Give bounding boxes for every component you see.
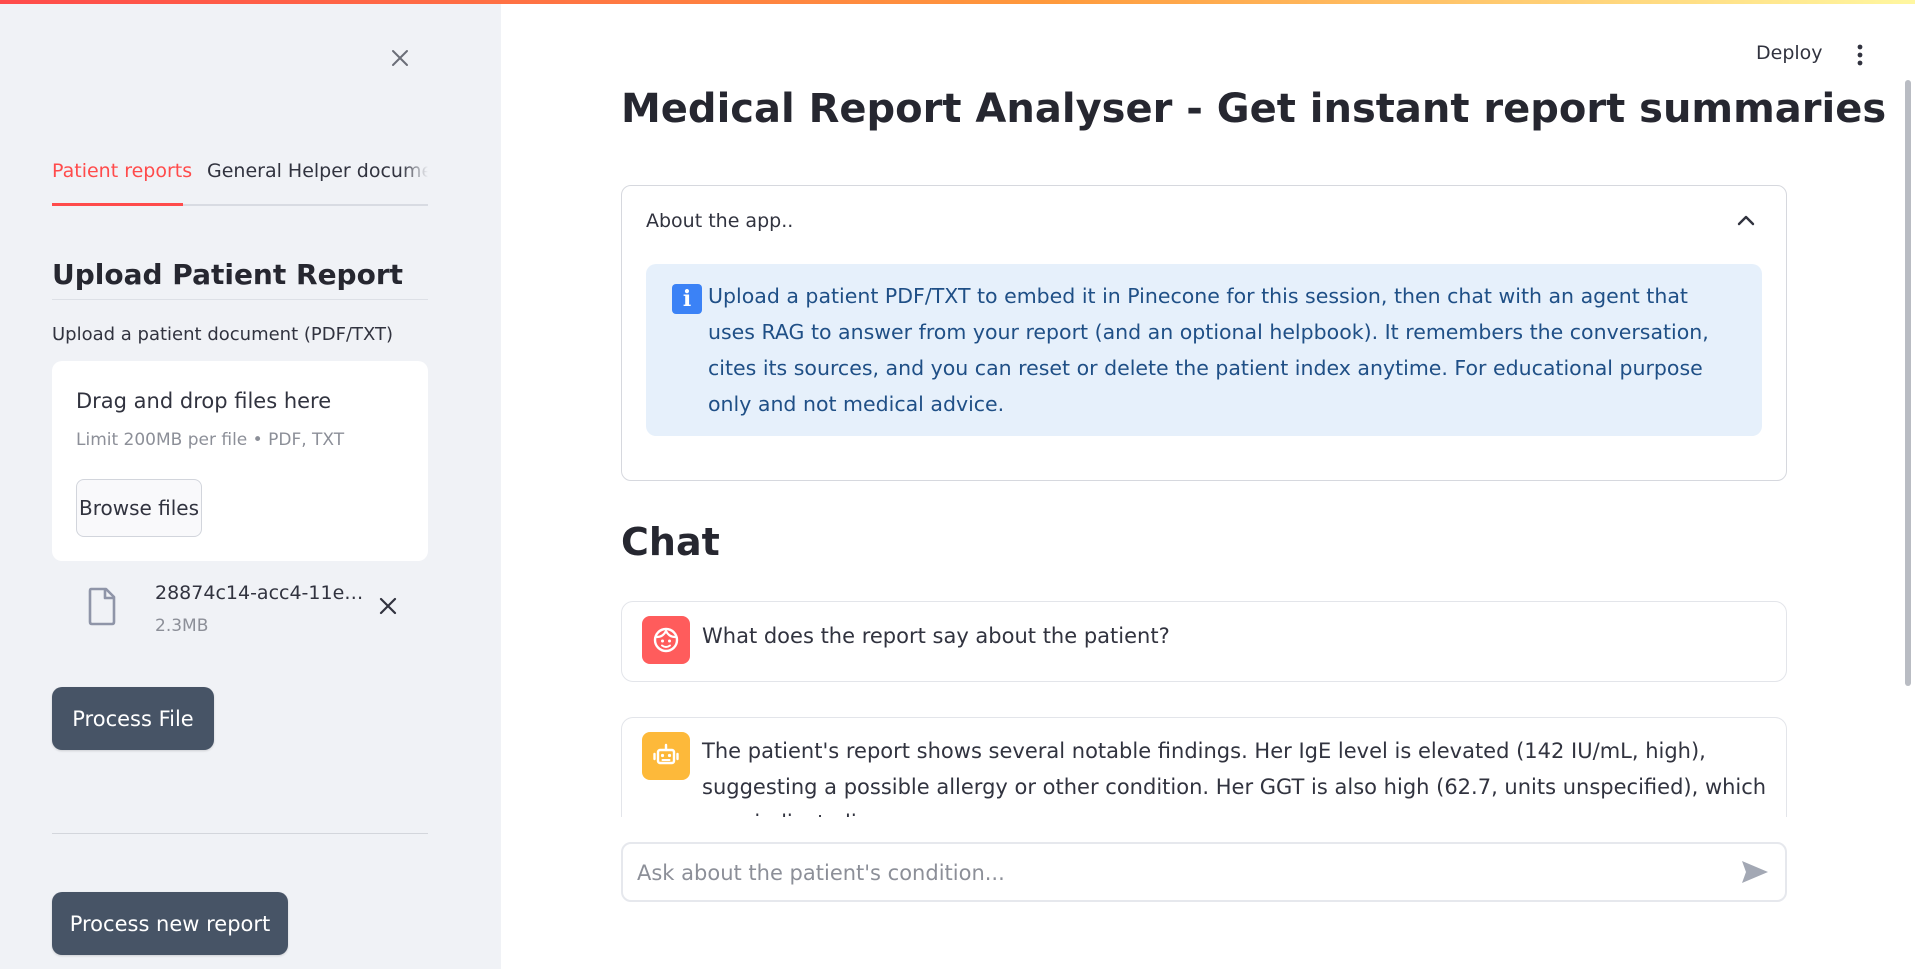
uploader-label: Upload a patient document (PDF/TXT) bbox=[52, 324, 394, 345]
active-tab-indicator bbox=[52, 203, 183, 206]
remove-file-button[interactable] bbox=[374, 592, 402, 620]
uploaded-file-item: 28874c14-acc4-11e… 2.3MB bbox=[52, 578, 428, 648]
file-name: 28874c14-acc4-11e… bbox=[155, 582, 364, 604]
assistant-message-text: The patient's report shows several notab… bbox=[702, 739, 1767, 817]
chat-heading: Chat bbox=[621, 520, 720, 564]
process-file-button[interactable]: Process File bbox=[52, 687, 214, 750]
chat-input[interactable] bbox=[635, 844, 1719, 902]
close-icon bbox=[379, 597, 397, 615]
upload-heading: Upload Patient Report bbox=[52, 258, 404, 291]
page-title: Medical Report Analyser - Get instant re… bbox=[621, 86, 1887, 132]
chat-message-assistant: The patient's report shows several notab… bbox=[621, 717, 1787, 817]
about-expander-header[interactable]: About the app.. bbox=[646, 210, 793, 232]
tab-general-helper-documents[interactable]: General Helper documents bbox=[207, 160, 428, 182]
collapse-expander-button[interactable] bbox=[1732, 206, 1760, 234]
top-decoration-bar bbox=[0, 0, 1915, 4]
heading-divider bbox=[52, 299, 428, 300]
sidebar-tabs: Patient reports General Helper documents bbox=[52, 156, 428, 206]
tab-patient-reports[interactable]: Patient reports bbox=[52, 160, 192, 182]
info-icon: i bbox=[672, 284, 702, 314]
info-text: Upload a patient PDF/TXT to embed it in … bbox=[708, 284, 1709, 416]
main-scrollbar[interactable] bbox=[1905, 80, 1911, 686]
sidebar-divider bbox=[52, 833, 428, 834]
about-expander: About the app.. i Upload a patient PDF/T… bbox=[621, 185, 1787, 481]
chat-message-user: What does the report say about the patie… bbox=[621, 601, 1787, 682]
send-icon bbox=[1742, 861, 1768, 883]
close-icon bbox=[392, 50, 408, 66]
dropzone-limit: Limit 200MB per file • PDF, TXT bbox=[76, 430, 345, 450]
browse-files-button[interactable]: Browse files bbox=[76, 479, 202, 537]
info-alert: i Upload a patient PDF/TXT to embed it i… bbox=[646, 264, 1762, 436]
user-message-text: What does the report say about the patie… bbox=[702, 624, 1170, 648]
deploy-button[interactable]: Deploy bbox=[1756, 42, 1823, 64]
file-size: 2.3MB bbox=[155, 616, 209, 636]
dropzone-title: Drag and drop files here bbox=[76, 389, 332, 413]
user-face-icon bbox=[653, 627, 679, 653]
file-icon bbox=[88, 587, 116, 626]
robot-icon bbox=[653, 743, 679, 765]
chat-input-container bbox=[621, 842, 1787, 902]
main-menu-button[interactable] bbox=[1848, 40, 1872, 70]
send-button[interactable] bbox=[1739, 858, 1771, 886]
assistant-avatar bbox=[642, 732, 690, 780]
process-new-report-button[interactable]: Process new report bbox=[52, 892, 288, 955]
user-avatar bbox=[642, 616, 690, 664]
chevron-up-icon bbox=[1737, 215, 1755, 226]
close-sidebar-button[interactable] bbox=[386, 44, 414, 72]
file-dropzone[interactable]: Drag and drop files here Limit 200MB per… bbox=[52, 361, 428, 561]
sidebar: Patient reports General Helper documents… bbox=[0, 0, 501, 969]
kebab-menu-icon bbox=[1857, 44, 1863, 66]
